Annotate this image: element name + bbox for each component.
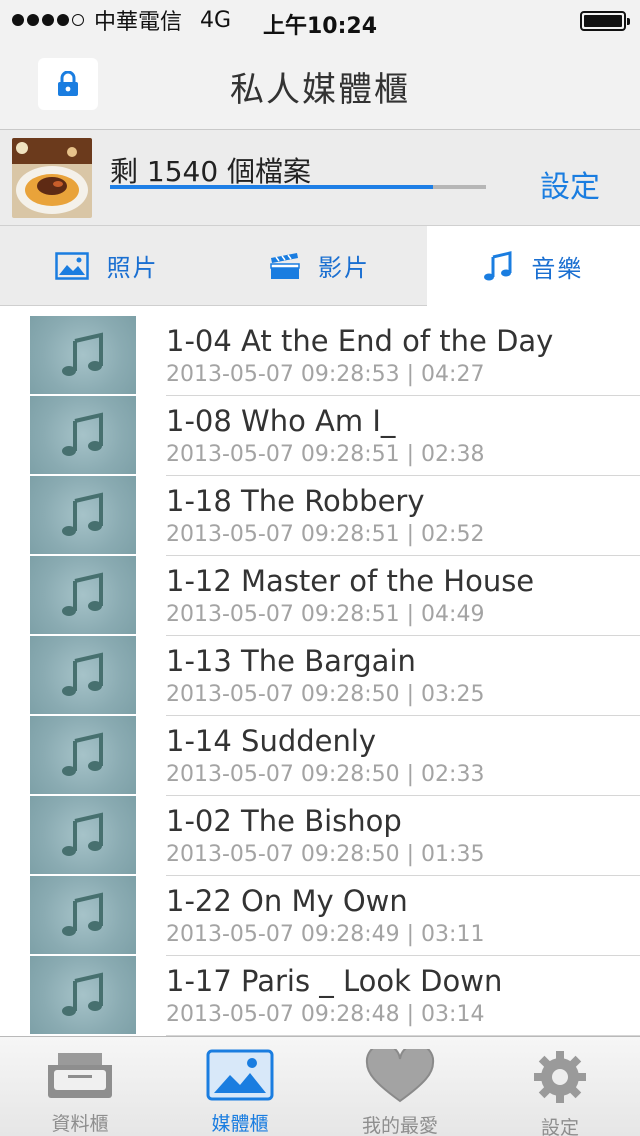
food-photo-thumbnail[interactable] xyxy=(12,138,92,218)
track-title: 1-02 The Bishop xyxy=(166,804,402,838)
quota-progress-fill xyxy=(110,185,434,189)
tab-photos[interactable]: 照片 xyxy=(0,226,214,306)
track-row[interactable]: 1-13 The Bargain 2013-05-07 09:28:50 | 0… xyxy=(0,636,640,716)
track-meta: 2013-05-07 09:28:51 | 02:38 xyxy=(166,442,485,467)
track-title: 1-17 Paris _ Look Down xyxy=(166,964,503,998)
gear-icon xyxy=(534,1051,586,1103)
cabinet-icon xyxy=(48,1053,112,1098)
music-note-icon xyxy=(62,892,103,936)
tabbar-item-media[interactable]: 媒體櫃 xyxy=(160,1037,320,1136)
music-note-icon xyxy=(62,332,103,376)
status-time: 上午10:24 xyxy=(262,14,378,39)
track-title: 1-08 Who Am I_ xyxy=(166,404,396,438)
page-title: 私人媒體櫃 xyxy=(230,70,410,110)
track-row[interactable]: 1-17 Paris _ Look Down 2013-05-07 09:28:… xyxy=(0,956,640,1036)
track-thumbnail xyxy=(30,796,136,874)
track-title: 1-14 Suddenly xyxy=(166,724,377,758)
track-thumbnail xyxy=(30,956,136,1034)
navigation-bar: 私人媒體櫃 xyxy=(0,40,640,130)
track-thumbnail xyxy=(30,716,136,794)
music-note-icon xyxy=(62,732,103,776)
track-title: 1-12 Master of the House xyxy=(166,564,535,598)
tab-music[interactable]: 音樂 xyxy=(426,226,640,306)
battery-icon xyxy=(580,11,630,31)
track-meta: 2013-05-07 09:28:50 | 02:33 xyxy=(166,762,485,787)
remaining-files-text: 剩 1540 個檔案 xyxy=(110,155,312,188)
track-thumbnail xyxy=(30,316,136,394)
tabbar-favorites-label: 我的最愛 xyxy=(361,1115,438,1136)
settings-link[interactable]: 設定 xyxy=(540,162,600,206)
music-note-icon xyxy=(62,972,103,1016)
track-meta: 2013-05-07 09:28:53 | 04:27 xyxy=(166,362,485,387)
track-row[interactable]: 1-14 Suddenly 2013-05-07 09:28:50 | 02:3… xyxy=(0,716,640,796)
tab-photos-label: 照片 xyxy=(106,254,159,282)
tabbar-cabinet-label: 資料櫃 xyxy=(51,1113,109,1135)
music-note-icon xyxy=(62,812,103,856)
bottom-tab-bar: 資料櫃 媒體櫃 我的最愛 設定 xyxy=(0,1036,640,1136)
tab-videos[interactable]: 影片 xyxy=(213,226,427,306)
track-title: 1-13 The Bargain xyxy=(166,644,416,678)
track-meta: 2013-05-07 09:28:48 | 03:14 xyxy=(166,1002,485,1027)
track-thumbnail xyxy=(30,396,136,474)
track-title: 1-18 The Robbery xyxy=(166,484,425,518)
track-row[interactable]: 1-08 Who Am I_ 2013-05-07 09:28:51 | 02:… xyxy=(0,396,640,476)
track-row[interactable]: 1-02 The Bishop 2013-05-07 09:28:50 | 01… xyxy=(0,796,640,876)
clapperboard-icon xyxy=(270,252,300,279)
photo-icon xyxy=(54,251,89,280)
track-meta: 2013-05-07 09:28:50 | 03:25 xyxy=(166,682,485,707)
music-note-icon xyxy=(62,492,103,536)
quota-bar: 剩 1540 個檔案 設定 xyxy=(0,130,640,226)
music-note-icon xyxy=(484,251,512,281)
tabbar-media-label: 媒體櫃 xyxy=(211,1113,269,1135)
media-type-tabs: 照片 影片 音樂 xyxy=(0,226,640,306)
tab-music-label: 音樂 xyxy=(531,254,584,283)
heart-icon xyxy=(365,1049,435,1103)
media-icon xyxy=(206,1049,274,1101)
track-thumbnail xyxy=(30,636,136,714)
track-row[interactable]: 1-18 The Robbery 2013-05-07 09:28:51 | 0… xyxy=(0,476,640,556)
track-meta: 2013-05-07 09:28:51 | 04:49 xyxy=(166,602,485,627)
tabbar-item-cabinet[interactable]: 資料櫃 xyxy=(0,1037,160,1136)
track-thumbnail xyxy=(30,556,136,634)
status-bar: 中華電信 4G 上午10:24 xyxy=(0,0,640,40)
track-meta: 2013-05-07 09:28:49 | 03:11 xyxy=(166,922,485,947)
tabbar-settings-label: 設定 xyxy=(540,1117,579,1136)
tabbar-item-favorites[interactable]: 我的最愛 xyxy=(320,1037,480,1136)
track-title: 1-22 On My Own xyxy=(166,884,408,918)
track-meta: 2013-05-07 09:28:51 | 02:52 xyxy=(166,522,485,547)
music-note-icon xyxy=(62,572,103,616)
track-thumbnail xyxy=(30,876,136,954)
tabbar-item-settings[interactable]: 設定 xyxy=(480,1037,640,1136)
track-row[interactable]: 1-22 On My Own 2013-05-07 09:28:49 | 03:… xyxy=(0,876,640,956)
track-row[interactable]: 1-12 Master of the House 2013-05-07 09:2… xyxy=(0,556,640,636)
track-title: 1-04 At the End of the Day xyxy=(166,324,554,358)
track-row[interactable]: 1-04 At the End of the Day 2013-05-07 09… xyxy=(0,316,640,396)
track-meta: 2013-05-07 09:28:50 | 01:35 xyxy=(166,842,485,867)
tab-videos-label: 影片 xyxy=(317,254,370,282)
music-note-icon xyxy=(62,652,103,696)
music-note-icon xyxy=(62,412,103,456)
quota-progress-bar xyxy=(110,185,486,189)
track-list[interactable]: 1-04 At the End of the Day 2013-05-07 09… xyxy=(0,316,640,1036)
track-thumbnail xyxy=(30,476,136,554)
